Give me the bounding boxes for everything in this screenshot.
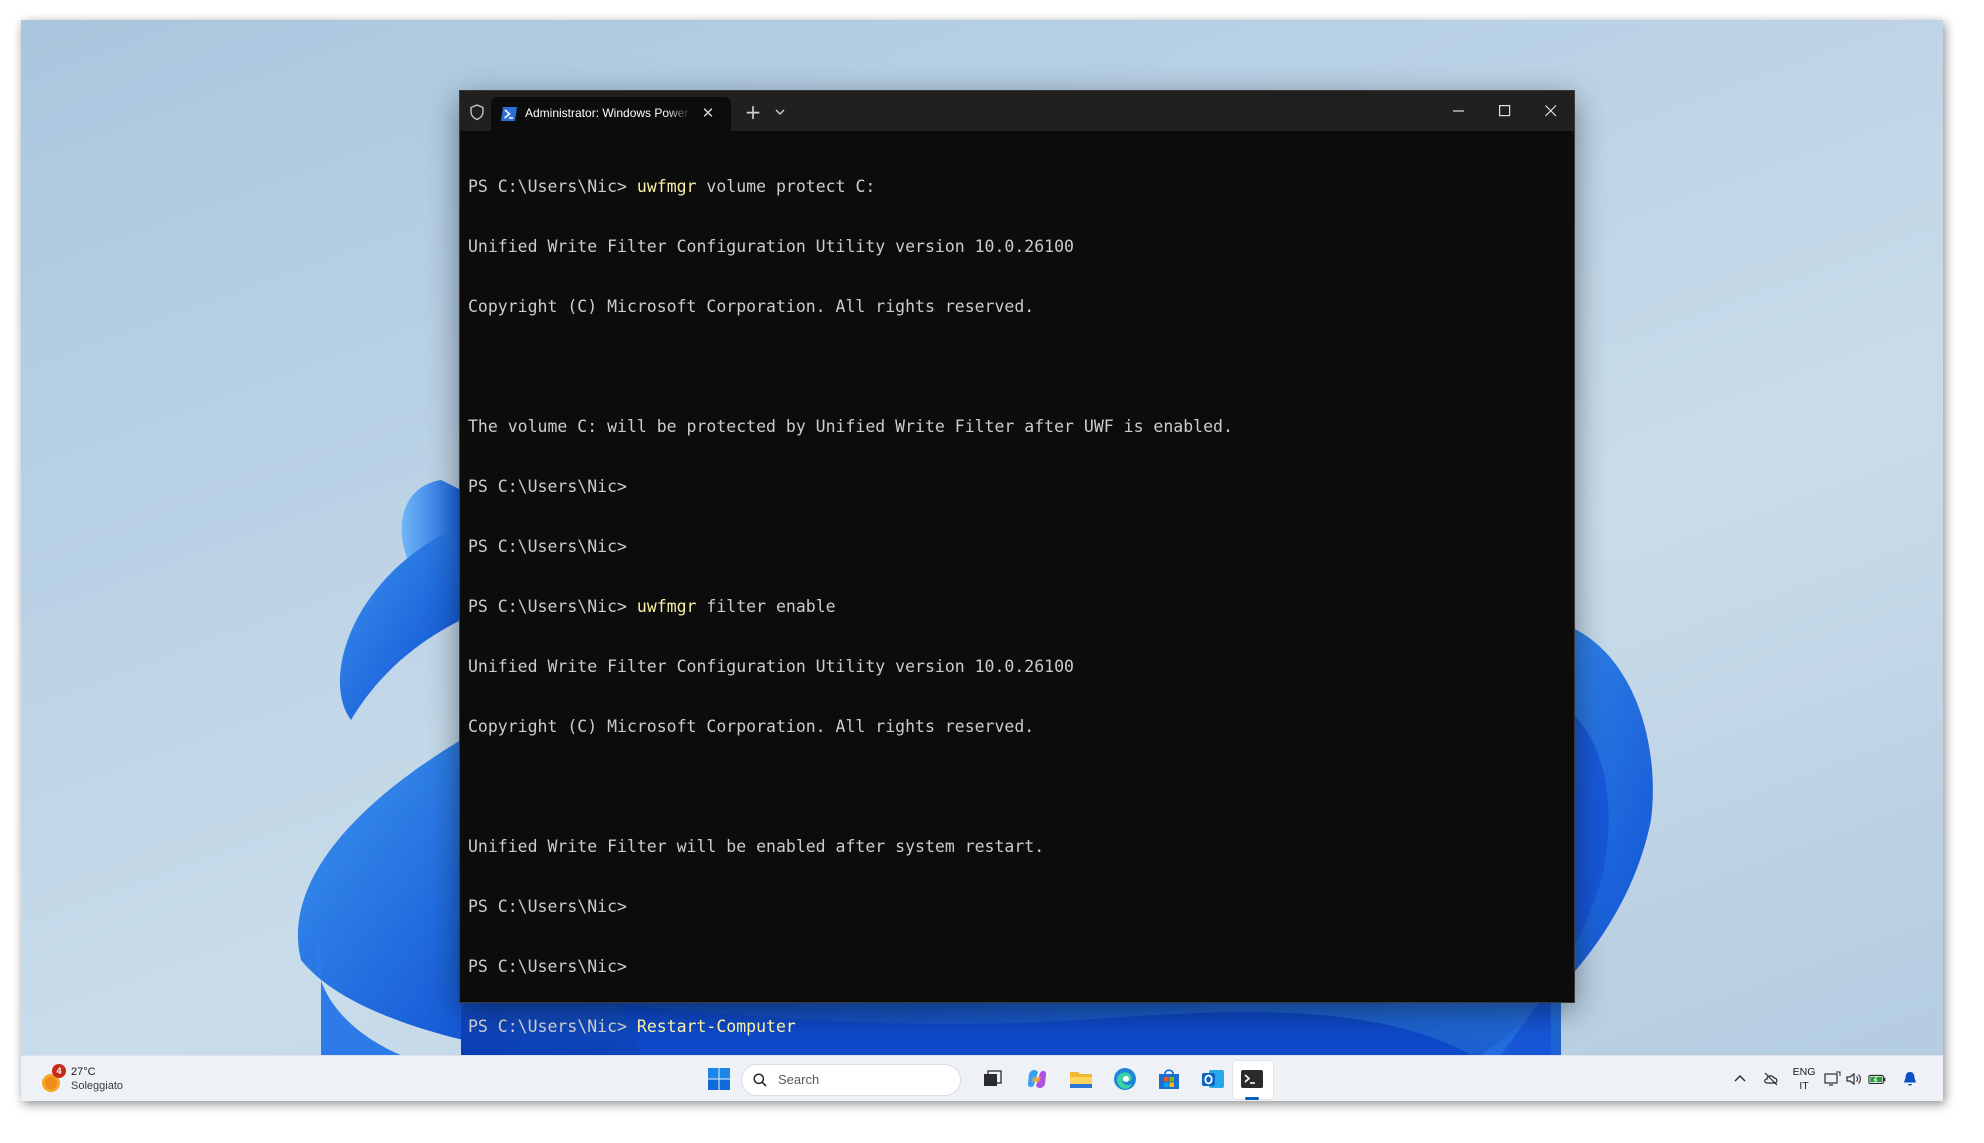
console-line: Copyright (C) Microsoft Corporation. All… — [468, 717, 1035, 736]
weather-condition: Soleggiato — [71, 1080, 123, 1092]
store-icon[interactable] — [1155, 1065, 1183, 1093]
terminal-window[interactable]: Administrator: Windows PowerShell ✕ + PS… — [459, 90, 1575, 1036]
admin-shield-icon — [470, 104, 484, 121]
task-view-icon[interactable] — [979, 1065, 1007, 1093]
taskbar: 4 27°C Soleggiato Search ENG IT — [21, 1055, 1943, 1101]
file-explorer-icon[interactable] — [1067, 1065, 1095, 1093]
language-secondary: IT — [1799, 1080, 1809, 1092]
chevron-up-icon[interactable] — [1731, 1070, 1749, 1088]
console-line: The volume C: will be protected by Unifi… — [468, 417, 1233, 436]
outlook-icon[interactable] — [1199, 1065, 1227, 1093]
minimize-icon — [1453, 110, 1464, 112]
powershell-icon — [501, 107, 517, 121]
console-line: Unified Write Filter Configuration Utili… — [468, 657, 1074, 676]
close-icon — [1545, 105, 1557, 117]
console-line: Unified Write Filter Configuration Utili… — [468, 237, 1074, 256]
language-primary: ENG — [1792, 1066, 1816, 1078]
console-output[interactable]: PS C:\Users\Nic> uwfmgr volume protect C… — [468, 137, 1568, 1036]
start-icon[interactable] — [705, 1065, 733, 1093]
volume-icon[interactable] — [1845, 1070, 1863, 1088]
network-icon[interactable] — [1823, 1070, 1841, 1088]
maximize-button[interactable] — [1482, 91, 1528, 131]
maximize-icon — [1499, 105, 1511, 117]
copilot-icon[interactable] — [1023, 1065, 1051, 1093]
search-placeholder: Search — [778, 1072, 820, 1087]
weather-temperature: 27°C — [71, 1066, 96, 1078]
console-line: PS C:\Users\Nic> — [468, 537, 627, 556]
chevron-down-icon[interactable] — [770, 102, 790, 122]
console-line: PS C:\Users\Nic> uwfmgr volume protect C… — [468, 177, 876, 196]
battery-charging-icon[interactable] — [1868, 1070, 1886, 1088]
search-icon — [753, 1073, 767, 1087]
notification-bell-icon[interactable] — [1901, 1070, 1919, 1088]
title-bar[interactable]: Administrator: Windows PowerShell ✕ + — [460, 91, 1574, 131]
minimize-button[interactable] — [1436, 91, 1482, 131]
edge-icon[interactable] — [1111, 1065, 1139, 1093]
terminal-icon — [1241, 1070, 1263, 1088]
language-indicator[interactable]: ENG IT — [1787, 1065, 1821, 1093]
console-line: Unified Write Filter will be enabled aft… — [468, 837, 1045, 856]
active-app-indicator — [1245, 1097, 1259, 1100]
tab-title: Administrator: Windows PowerShell — [525, 106, 691, 120]
new-tab-button[interactable]: + — [741, 100, 765, 124]
console-line: PS C:\Users\Nic> uwfmgr filter enable — [468, 597, 836, 616]
weather-badge: 4 — [52, 1064, 66, 1078]
console-line: PS C:\Users\Nic> Restart-Computer — [468, 1017, 796, 1036]
close-button[interactable] — [1528, 91, 1574, 131]
console-line: PS C:\Users\Nic> — [468, 477, 627, 496]
console-line: PS C:\Users\Nic> — [468, 897, 627, 916]
tab-powershell[interactable]: Administrator: Windows PowerShell ✕ — [491, 97, 731, 131]
console-line: Copyright (C) Microsoft Corporation. All… — [468, 297, 1035, 316]
console-line: PS C:\Users\Nic> — [468, 957, 627, 976]
cloud-off-icon[interactable] — [1762, 1070, 1780, 1088]
tab-close-icon[interactable]: ✕ — [698, 103, 718, 123]
search-input[interactable]: Search — [741, 1064, 961, 1096]
desktop-screen: Administrator: Windows PowerShell ✕ + PS… — [21, 20, 1943, 1101]
